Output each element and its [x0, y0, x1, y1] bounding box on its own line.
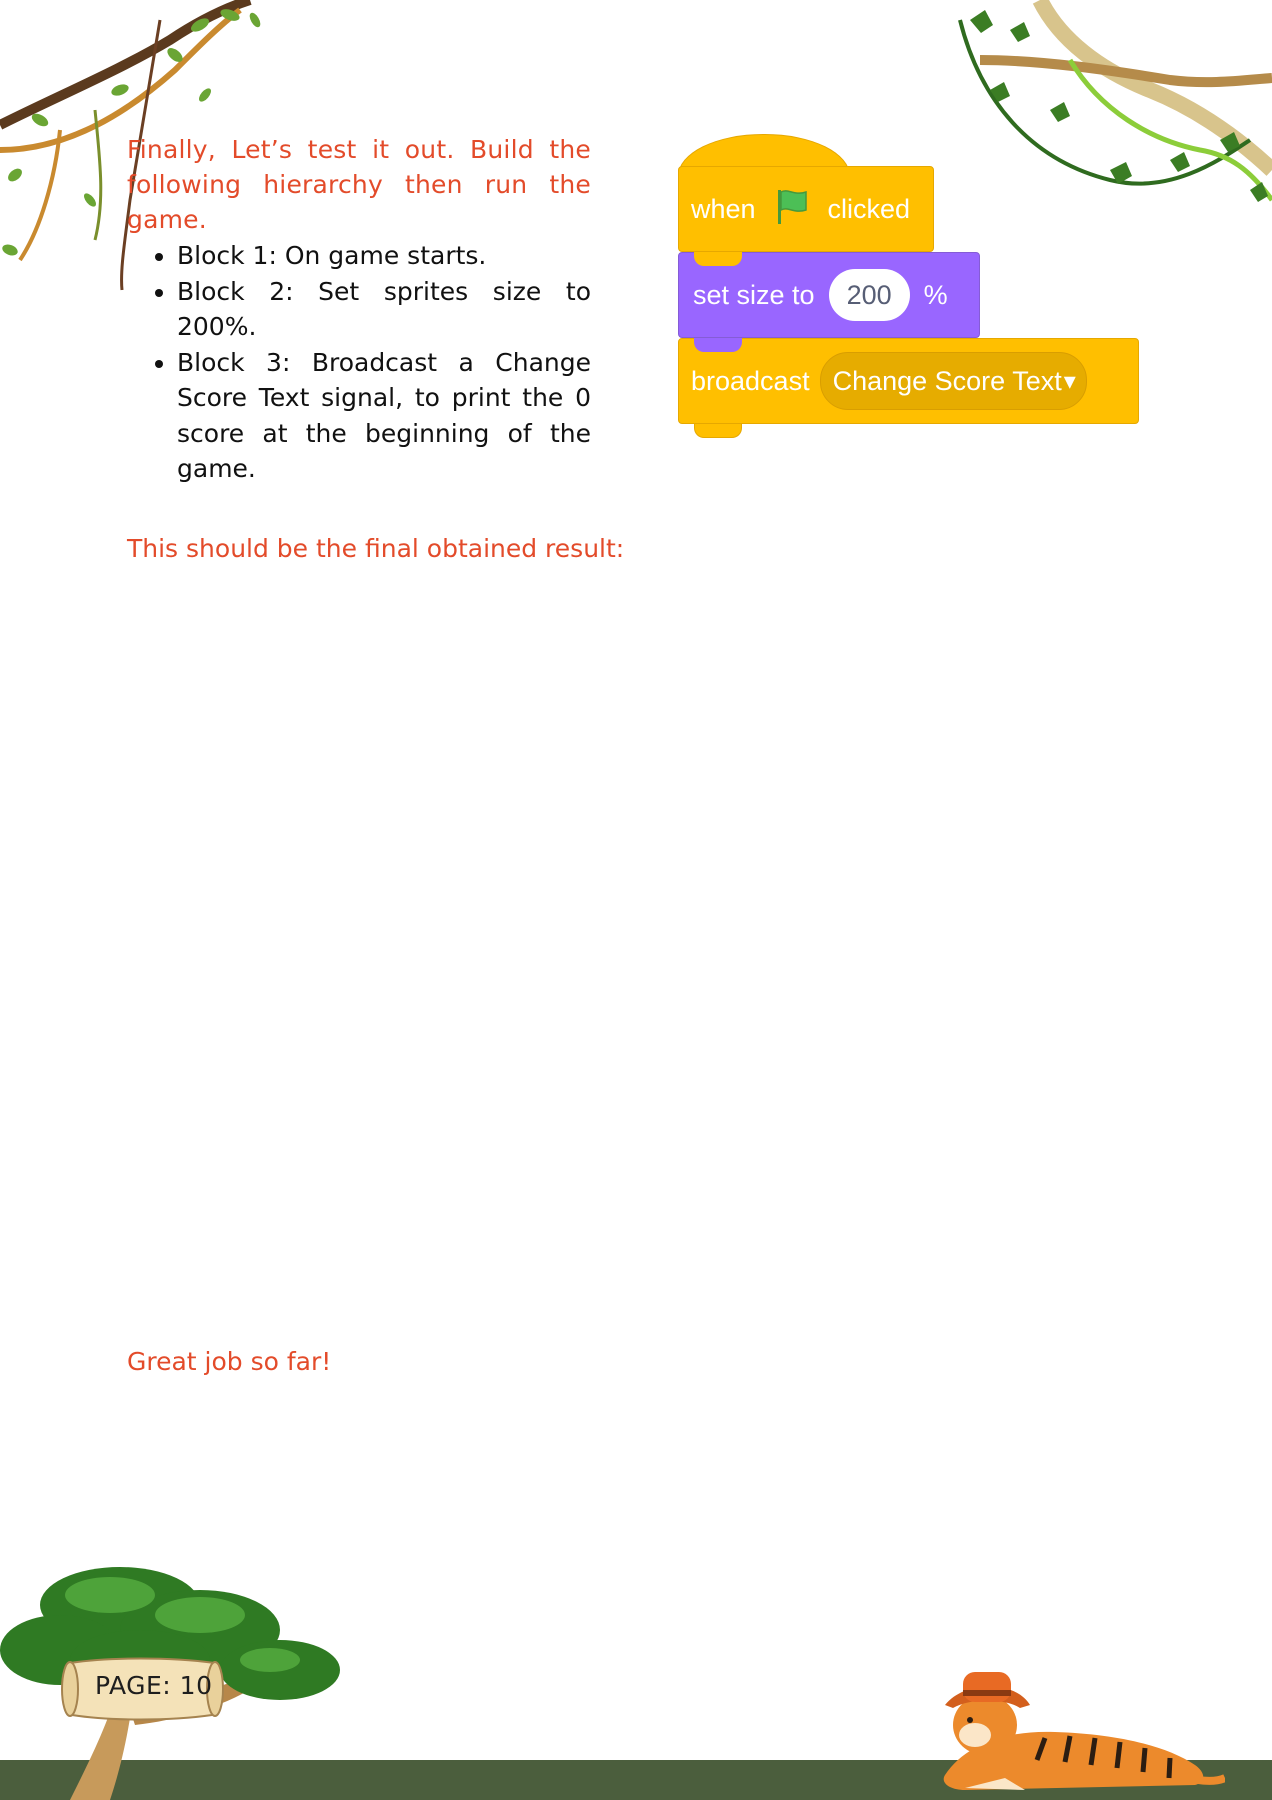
block-notch [694, 424, 742, 438]
message-label: Change Score Text [832, 365, 1062, 396]
message-dropdown[interactable]: Change Score Text ▾ [819, 352, 1087, 410]
chevron-down-icon: ▾ [1063, 367, 1076, 395]
intro-paragraph: Finally, Let’s test it out. Build the fo… [127, 135, 591, 234]
green-flag-icon [772, 186, 812, 233]
when-label: when [691, 193, 756, 224]
size-value-input[interactable]: 200 [828, 269, 910, 321]
clicked-label: clicked [827, 193, 911, 224]
percent-label: % [923, 279, 948, 310]
block-notch [694, 338, 742, 352]
broadcast-block: broadcast Change Score Text ▾ [678, 338, 1139, 424]
steps-list: Block 1: On game starts. Block 2: Set sp… [150, 238, 591, 487]
list-item: Block 2: Set sprites size to 200%. [177, 274, 591, 345]
tiger-icon [943, 1672, 1225, 1790]
broadcast-label: broadcast [691, 365, 810, 396]
list-item: Block 3: Broadcast a Change Score Text s… [177, 345, 591, 487]
encouragement-text: Great job so far! [127, 1347, 332, 1376]
list-item: Block 1: On game starts. [177, 238, 591, 274]
when-flag-clicked-block: when clicked [678, 166, 934, 252]
set-size-label: set size to [693, 279, 815, 310]
result-heading: This should be the final obtained result… [127, 534, 625, 563]
page-number-label: PAGE: 10 [95, 1671, 213, 1700]
block-notch [694, 252, 742, 266]
scratch-code-blocks: when clicked set size to 200 % broadcast… [676, 134, 1142, 440]
